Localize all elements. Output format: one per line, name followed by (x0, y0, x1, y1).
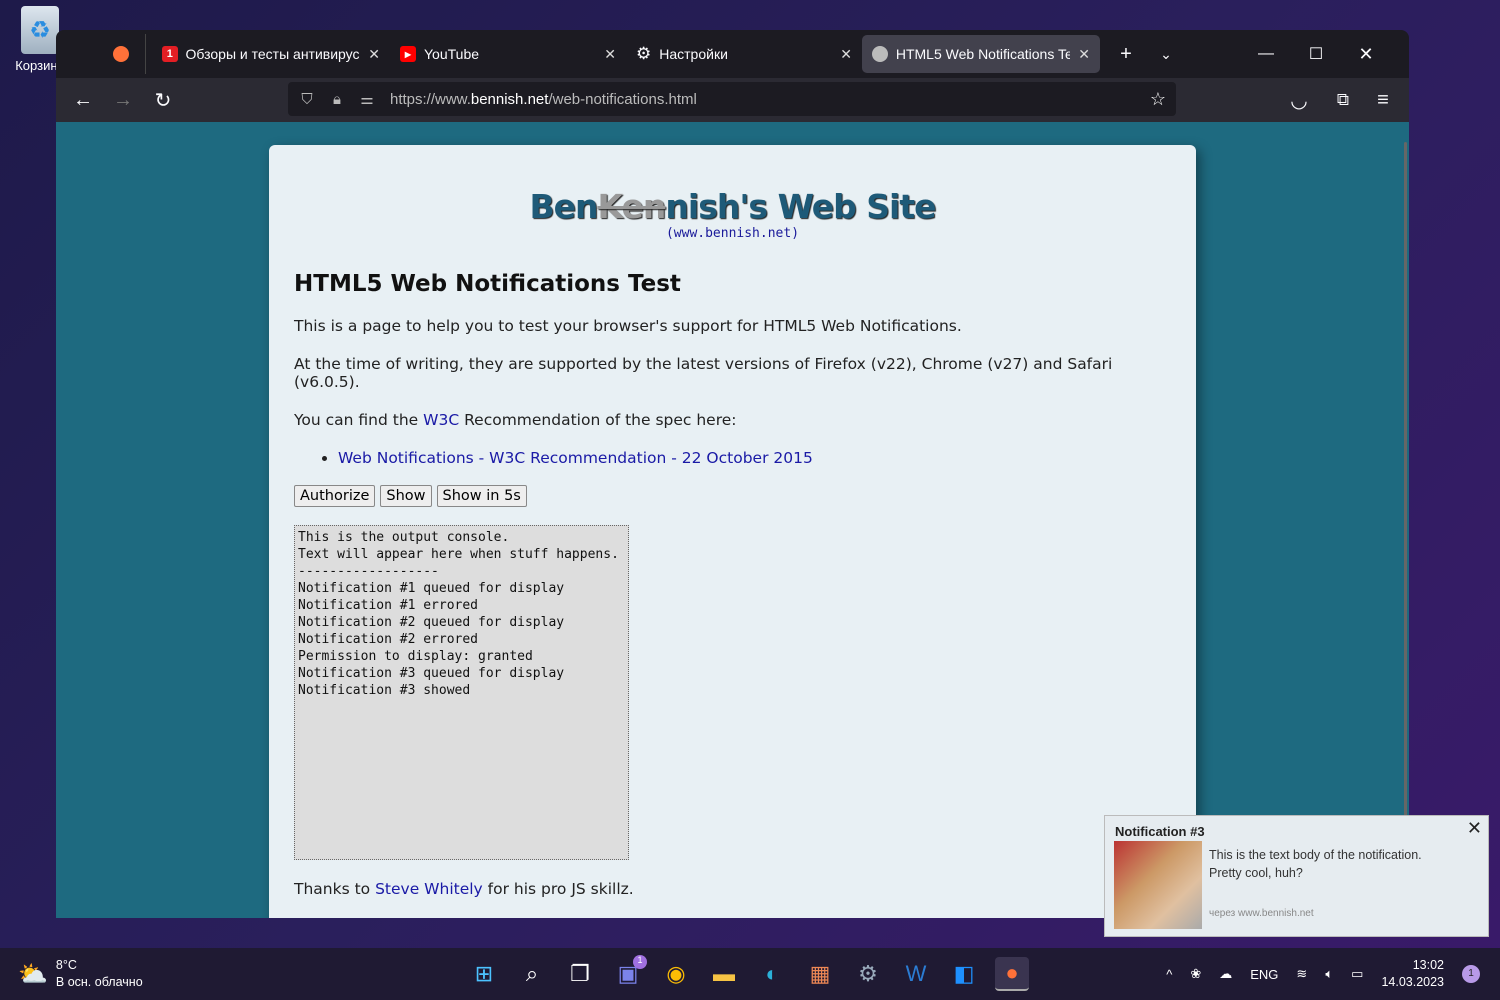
show-hidden-icons-chevron-icon[interactable]: ^ (1166, 967, 1172, 982)
weather-widget[interactable]: ⛅ 8°C В осн. облачно (18, 957, 143, 991)
tab-label: YouTube (424, 46, 480, 62)
close-tab-icon[interactable]: ✕ (368, 46, 380, 63)
task-view-icon[interactable]: ❐ (563, 957, 597, 991)
forward-button[interactable]: → (103, 89, 143, 112)
tracking-protection-shield-icon[interactable]: ⛉ (292, 91, 322, 108)
search-icon[interactable]: ⌕ (515, 957, 549, 991)
site-url: (www.bennish.net) (665, 226, 800, 241)
youtube-favicon: ▶ (400, 46, 416, 62)
taskbar-apps: ⊞ ⌕ ❐ ▣ 1 ◉ ▬ ◐ ▦ ⚙ W ◧ ● (467, 955, 1029, 991)
settings-icon[interactable]: ⚙ (851, 957, 885, 991)
tab-settings[interactable]: ⚙ Настройки ✕ (626, 35, 862, 73)
chrome-icon[interactable]: ◉ (659, 957, 693, 991)
firefox-icon (112, 46, 129, 62)
address-bar[interactable]: ⛉ 🔒︎ ⚌ https://www.bennish.net/web-notif… (288, 82, 1176, 116)
support-text: At the time of writing, they are support… (294, 355, 1113, 391)
weather-cloud-icon: ⛅ (18, 960, 48, 988)
list-item: Web Notifications - W3C Recommendation -… (338, 449, 1171, 467)
site-title: BenKennish's Web Site (529, 187, 936, 226)
tab-label: Обзоры и тесты антивирусов. (185, 46, 361, 62)
list-tabs-button[interactable]: ⌄ (1146, 46, 1186, 63)
pocket-icon[interactable]: ◡ (1279, 88, 1319, 113)
firefox-taskbar-icon[interactable]: ● (995, 957, 1029, 991)
page-viewport: BenKennish's Web Site (www.bennish.net) … (56, 122, 1409, 918)
back-button[interactable]: ← (63, 89, 103, 112)
language-indicator[interactable]: ENG (1250, 967, 1278, 982)
battery-icon[interactable]: ▭ (1351, 966, 1363, 982)
browser-window: 1 Обзоры и тесты антивирусов. ✕ ▶ YouTube ✕ … (56, 30, 1409, 918)
steve-whitely-link[interactable]: Steve Whitely (375, 880, 483, 898)
tab-label: HTML5 Web Notifications Test (895, 46, 1071, 62)
new-tab-button[interactable]: + (1106, 43, 1146, 66)
onedrive-cloud-icon[interactable]: ☁ (1219, 966, 1232, 982)
microsoft-store-icon[interactable]: ▦ (803, 957, 837, 991)
maximize-button[interactable]: ☐ (1296, 44, 1336, 64)
tab-bar: 1 Обзоры и тесты антивирусов. ✕ ▶ YouTube ✕ … (56, 30, 1409, 78)
extensions-icon[interactable]: ⧉ (1323, 90, 1363, 110)
notification-source: через www.bennish.net (1209, 908, 1314, 919)
clock[interactable]: 13:02 14.03.2023 (1381, 957, 1444, 991)
notification-image (1114, 841, 1202, 929)
close-notification-icon[interactable]: ✕ (1467, 818, 1482, 839)
taskbar: ⛅ 8°C В осн. облачно ⊞ ⌕ ❐ ▣ 1 ◉ ▬ ◐ ▦ ⚙ W… (0, 948, 1500, 1000)
anti-malware-favicon: 1 (162, 46, 178, 62)
start-icon[interactable]: ⊞ (467, 957, 501, 991)
teams-chat-icon[interactable]: ▣ 1 (611, 955, 647, 991)
minimize-button[interactable]: — (1246, 45, 1286, 63)
permissions-icon[interactable]: ⚌ (352, 90, 382, 108)
scrollbar[interactable] (1404, 142, 1407, 822)
windows-app-icon[interactable]: ◧ (947, 957, 981, 991)
tab-web-notifications[interactable]: HTML5 Web Notifications Test ✕ (862, 35, 1100, 73)
lotus-icon[interactable]: ❀ (1190, 966, 1201, 982)
firefox-view-button[interactable] (56, 34, 146, 74)
weather-text: В осн. облачно (55, 975, 143, 989)
spec-link[interactable]: Web Notifications - W3C Recommendation -… (338, 449, 813, 467)
gear-icon: ⚙ (636, 44, 652, 63)
page-card: BenKennish's Web Site (www.bennish.net) … (269, 145, 1196, 918)
chat-badge: 1 (633, 955, 647, 969)
close-tab-icon[interactable]: ✕ (604, 46, 616, 63)
bookmark-star-icon[interactable]: ☆ (1150, 89, 1166, 110)
show-in-5s-button[interactable]: Show in 5s (436, 485, 527, 507)
notification-title: Notification #3 (1115, 824, 1205, 839)
intro-text: This is a page to help you to test your … (294, 317, 962, 335)
reload-button[interactable]: ↻ (143, 88, 183, 113)
notification-toast[interactable]: Notification #3 ✕ This is the text body … (1104, 815, 1489, 937)
menu-icon[interactable]: ≡ (1363, 89, 1403, 112)
notification-center-badge[interactable]: 1 (1462, 965, 1480, 983)
volume-icon[interactable]: 🔈︎ (1325, 966, 1333, 982)
tab-label: Настройки (659, 46, 728, 62)
recycle-bin-icon: ♻ (21, 6, 59, 54)
url-text: https://www.bennish.net/web-notification… (390, 90, 697, 108)
authorize-button[interactable]: Authorize (294, 485, 376, 507)
close-tab-icon[interactable]: ✕ (1078, 46, 1090, 63)
file-explorer-icon[interactable]: ▬ (707, 957, 741, 991)
page-heading: HTML5 Web Notifications Test (294, 271, 681, 297)
notification-body: This is the text body of the notificatio… (1209, 848, 1422, 880)
thanks-text: Thanks to Steve Whitely for his pro JS s… (294, 880, 634, 898)
close-tab-icon[interactable]: ✕ (840, 46, 852, 63)
show-button[interactable]: Show (380, 485, 432, 507)
temperature: 8°C (55, 958, 77, 972)
site-favicon (872, 46, 888, 62)
close-window-button[interactable]: ✕ (1346, 44, 1386, 65)
tab-youtube[interactable]: ▶ YouTube ✕ (390, 35, 626, 73)
wifi-icon[interactable]: ≋ (1296, 966, 1307, 982)
spec-text: You can find the W3C Recommendation of t… (294, 411, 737, 429)
tab-antimalware[interactable]: 1 Обзоры и тесты антивирусов. ✕ (152, 35, 390, 73)
lock-icon[interactable]: 🔒︎ (322, 91, 352, 108)
w3c-link[interactable]: W3C (423, 411, 459, 429)
word-icon[interactable]: W (899, 957, 933, 991)
output-console[interactable]: This is the output console. Text will ap… (294, 525, 629, 860)
edge-icon[interactable]: ◐ (755, 957, 789, 991)
